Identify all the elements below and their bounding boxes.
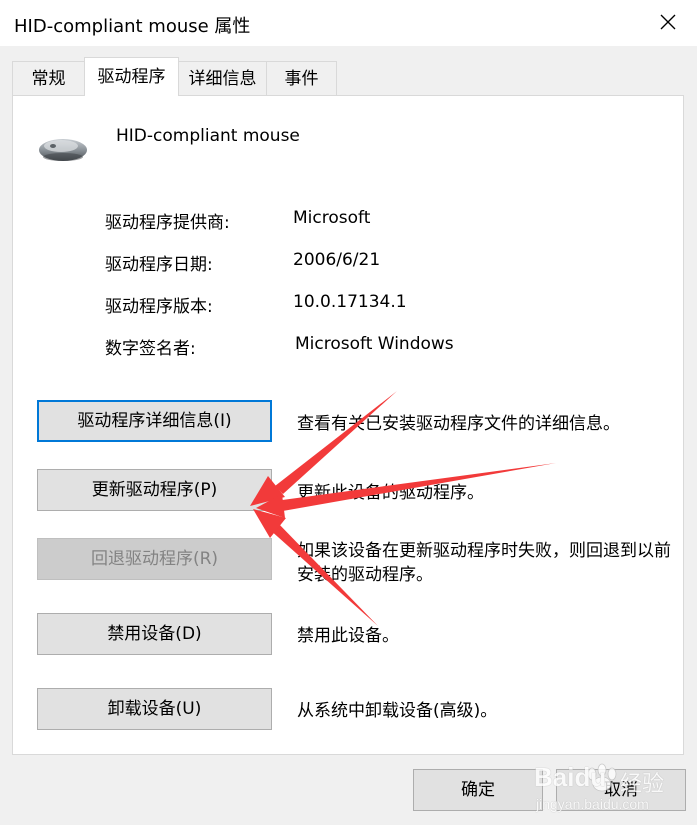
provider-value: Microsoft (293, 208, 371, 228)
date-value: 2006/6/21 (293, 250, 381, 270)
driver-tab-panel: HID-compliant mouse 驱动程序提供商: Microsoft 驱… (12, 95, 684, 755)
info-row-signer: 数字签名者: Microsoft Windows (105, 334, 625, 359)
title-bar: HID-compliant mouse 属性 (0, 0, 697, 46)
roll-back-driver-desc: 如果该设备在更新驱动程序时失败，则回退到以前安装的驱动程序。 (297, 541, 671, 585)
baidu-watermark: Baidu 经验 jingyan.baidu.com (532, 752, 692, 818)
close-button[interactable] (639, 0, 697, 46)
version-value: 10.0.17134.1 (293, 292, 407, 312)
tab-events[interactable]: 事件 (266, 61, 337, 95)
ok-button[interactable]: 确定 (413, 769, 543, 811)
uninstall-device-desc: 从系统中卸载设备(高级)。 (297, 701, 498, 721)
uninstall-device-button[interactable]: 卸载设备(U) (37, 688, 272, 730)
close-icon (660, 14, 676, 30)
roll-back-driver-button[interactable]: 回退驱动程序(R) (37, 538, 272, 580)
tab-driver[interactable]: 驱动程序 (84, 57, 179, 96)
watermark-brand: Baidu (534, 762, 607, 792)
version-label: 驱动程序版本: (105, 297, 213, 317)
info-row-provider: 驱动程序提供商: Microsoft (105, 208, 625, 233)
window-title: HID-compliant mouse 属性 (14, 16, 251, 37)
date-label: 驱动程序日期: (105, 255, 213, 275)
disable-device-desc: 禁用此设备。 (297, 626, 399, 646)
signer-value: Microsoft Windows (295, 334, 454, 354)
info-row-version: 驱动程序版本: 10.0.17134.1 (105, 292, 625, 317)
update-driver-desc: 更新此设备的驱动程序。 (297, 483, 484, 503)
provider-label: 驱动程序提供商: (105, 213, 230, 233)
watermark-suffix: 经验 (620, 771, 665, 796)
watermark-url: jingyan.baidu.com (536, 796, 649, 812)
disable-device-button[interactable]: 禁用设备(D) (37, 613, 272, 655)
properties-dialog: HID-compliant mouse 属性 常规 驱动程序 详细信息 事件 H… (0, 0, 697, 825)
driver-details-button[interactable]: 驱动程序详细信息(I) (37, 400, 272, 442)
update-driver-button[interactable]: 更新驱动程序(P) (37, 469, 272, 511)
signer-label: 数字签名者: (105, 339, 196, 359)
mouse-icon (39, 139, 87, 161)
tab-details[interactable]: 详细信息 (178, 61, 267, 95)
driver-details-desc: 查看有关已安装驱动程序文件的详细信息。 (297, 414, 620, 434)
tab-general[interactable]: 常规 (12, 61, 85, 95)
info-row-date: 驱动程序日期: 2006/6/21 (105, 250, 625, 275)
device-name: HID-compliant mouse (116, 126, 300, 146)
